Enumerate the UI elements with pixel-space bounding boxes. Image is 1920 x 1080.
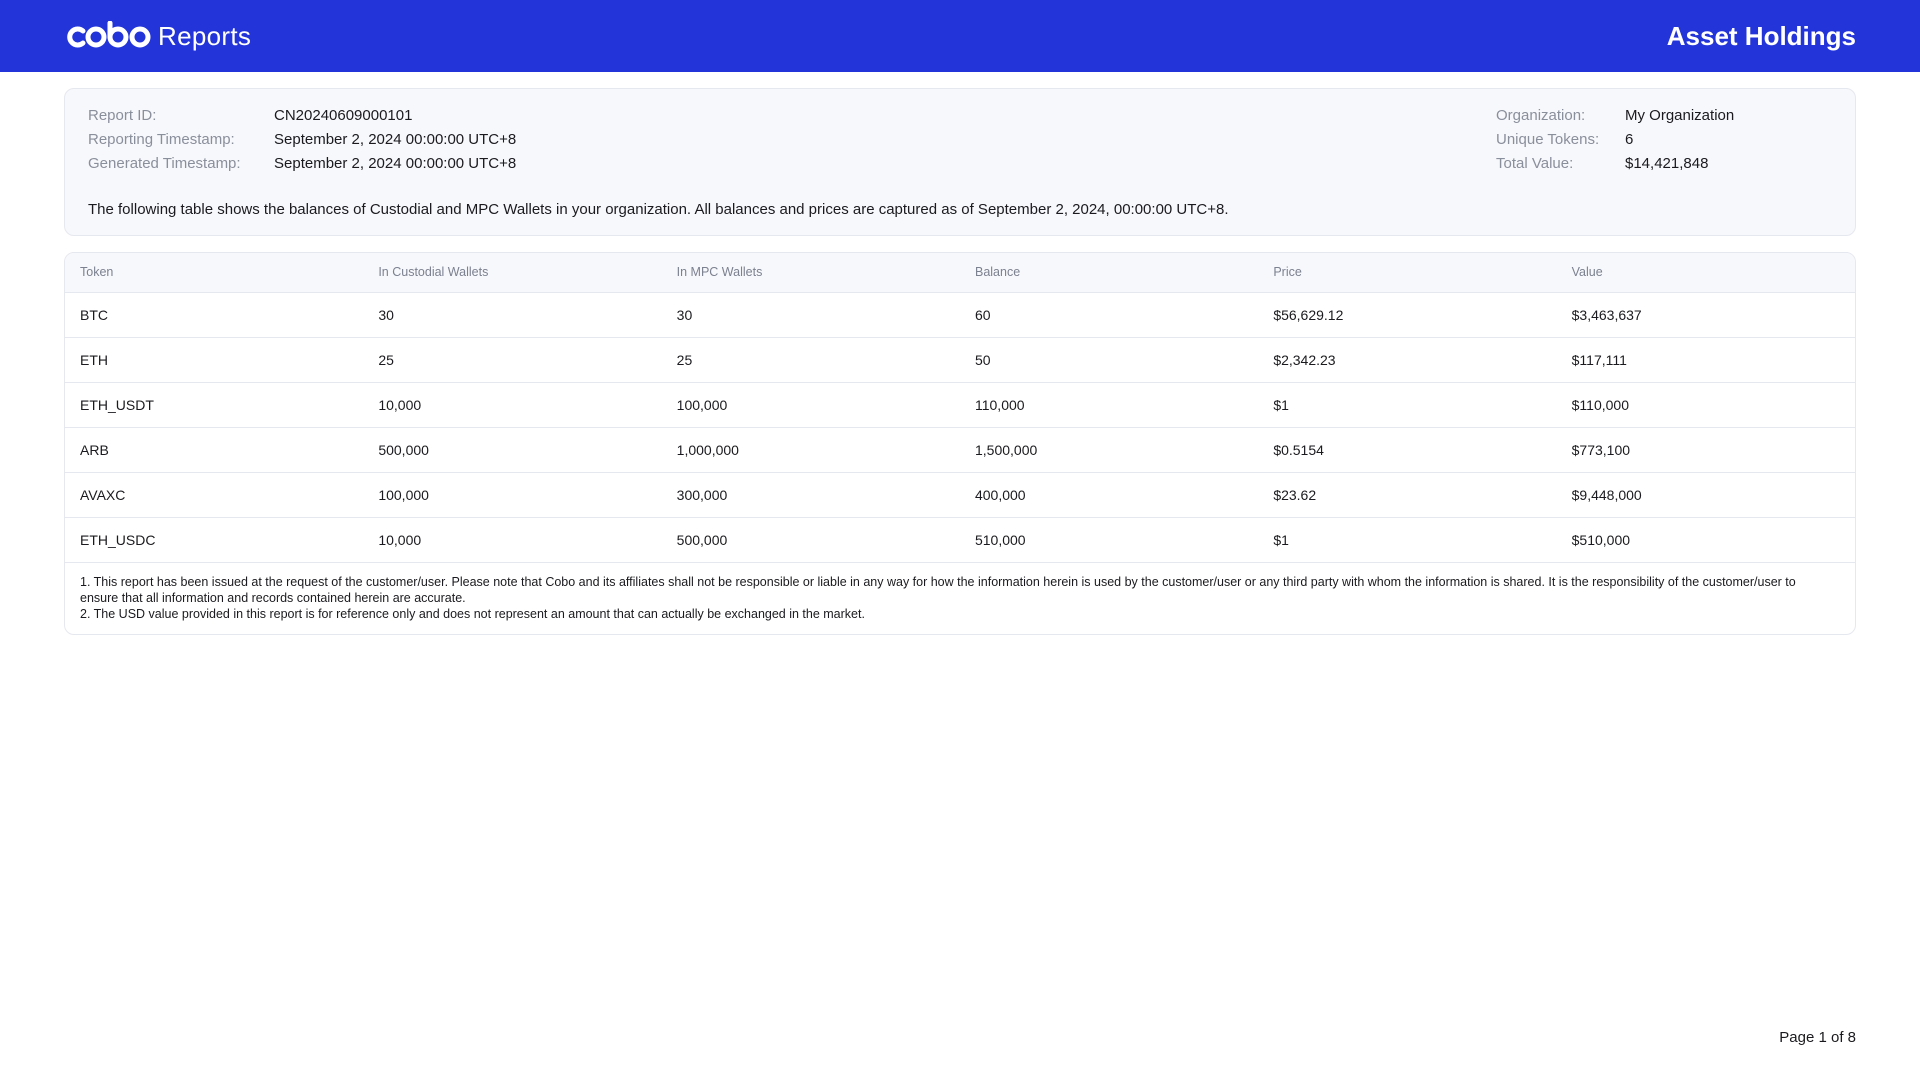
table-row: ARB 500,000 1,000,000 1,500,000 $0.5154 …: [65, 427, 1855, 473]
meta-row-unique-tokens: Unique Tokens: 6: [1496, 127, 1734, 151]
cell-custodial: 500,000: [363, 427, 662, 473]
cell-token: BTC: [65, 292, 364, 338]
meta-value: 6: [1625, 130, 1634, 148]
summary-description: The following table shows the balances o…: [88, 201, 1229, 218]
report-meta-left: Report ID: CN20240609000101 Reporting Ti…: [88, 103, 516, 175]
table-row: ETH_USDC 10,000 500,000 510,000 $1 $510,…: [65, 517, 1855, 563]
table-row: ETH 25 25 50 $2,342.23 $117,111: [65, 337, 1855, 383]
meta-row-reporting-timestamp: Reporting Timestamp: September 2, 2024 0…: [88, 127, 516, 151]
cell-mpc: 25: [661, 337, 960, 383]
meta-label: Generated Timestamp:: [88, 154, 241, 172]
cell-price: $23.62: [1258, 472, 1557, 518]
cell-token: AVAXC: [65, 472, 364, 518]
meta-label: Report ID:: [88, 106, 157, 124]
holdings-table-card: Token In Custodial Wallets In MPC Wallet…: [64, 252, 1856, 635]
meta-label: Unique Tokens:: [1496, 130, 1600, 148]
cell-value: $3,463,637: [1556, 292, 1855, 338]
cell-token: ARB: [65, 427, 364, 473]
table-header-row: Token In Custodial Wallets In MPC Wallet…: [65, 253, 1855, 293]
disclaimer-note-2: 2. The USD value provided in this report…: [80, 606, 865, 621]
page-title: Asset Holdings: [1666, 20, 1856, 51]
cell-value: $773,100: [1556, 427, 1855, 473]
cell-custodial: 10,000: [363, 517, 662, 563]
meta-row-total-value: Total Value: $14,421,848: [1496, 151, 1734, 175]
cell-token: ETH: [65, 337, 364, 383]
cell-price: $0.5154: [1258, 427, 1557, 473]
cell-price: $1: [1258, 382, 1557, 428]
cell-custodial: 30: [363, 292, 662, 338]
table-row: ETH_USDT 10,000 100,000 110,000 $1 $110,…: [65, 382, 1855, 428]
column-header-mpc: In MPC Wallets: [661, 253, 960, 293]
column-header-price: Price: [1258, 253, 1557, 293]
cell-price: $2,342.23: [1258, 337, 1557, 383]
cell-mpc: 1,000,000: [661, 427, 960, 473]
meta-row-generated-timestamp: Generated Timestamp: September 2, 2024 0…: [88, 151, 516, 175]
cell-custodial: 10,000: [363, 382, 662, 428]
meta-row-report-id: Report ID: CN20240609000101: [88, 103, 516, 127]
meta-label: Total Value:: [1496, 154, 1574, 172]
brand: Reports: [64, 21, 251, 52]
report-header: Reports Asset Holdings: [0, 0, 1920, 72]
cell-value: $9,448,000: [1556, 472, 1855, 518]
cell-balance: 510,000: [959, 517, 1259, 563]
cell-mpc: 30: [661, 292, 960, 338]
cell-token: ETH_USDC: [65, 517, 364, 563]
table-row: BTC 30 30 60 $56,629.12 $3,463,637: [65, 292, 1855, 338]
meta-label: Organization:: [1496, 106, 1586, 124]
cell-mpc: 100,000: [661, 382, 960, 428]
meta-value: $14,421,848: [1625, 154, 1709, 172]
column-header-token: Token: [65, 253, 364, 293]
cell-custodial: 25: [363, 337, 662, 383]
page-number: Page 1 of 8: [1779, 1029, 1856, 1046]
table-row: AVAXC 100,000 300,000 400,000 $23.62 $9,…: [65, 472, 1855, 518]
column-header-value: Value: [1556, 253, 1855, 293]
report-meta-right: Organization: My Organization Unique Tok…: [1496, 103, 1734, 175]
cell-token: ETH_USDT: [65, 382, 364, 428]
cell-balance: 50: [959, 337, 1259, 383]
cell-price: $56,629.12: [1258, 292, 1557, 338]
meta-value: September 2, 2024 00:00:00 UTC+8: [274, 154, 517, 172]
cell-balance: 400,000: [959, 472, 1259, 518]
report-summary: Report ID: CN20240609000101 Reporting Ti…: [64, 88, 1856, 236]
disclaimer-note-1: 1. This report has been issued at the re…: [80, 574, 1796, 605]
cell-balance: 60: [959, 292, 1259, 338]
report-disclaimer: 1. This report has been issued at the re…: [65, 563, 1855, 622]
cell-value: $110,000: [1556, 382, 1855, 428]
cell-balance: 110,000: [959, 382, 1259, 428]
column-header-custodial: In Custodial Wallets: [363, 253, 662, 293]
meta-label: Reporting Timestamp:: [88, 130, 235, 148]
cell-custodial: 100,000: [363, 472, 662, 518]
cell-mpc: 500,000: [661, 517, 960, 563]
brand-suffix: Reports: [158, 20, 252, 51]
meta-row-organization: Organization: My Organization: [1496, 103, 1734, 127]
cell-price: $1: [1258, 517, 1557, 563]
cell-value: $510,000: [1556, 517, 1855, 563]
cell-value: $117,111: [1556, 337, 1855, 383]
column-header-balance: Balance: [959, 253, 1259, 293]
meta-value: My Organization: [1625, 106, 1735, 124]
cell-balance: 1,500,000: [959, 427, 1259, 473]
holdings-table: Token In Custodial Wallets In MPC Wallet…: [65, 253, 1855, 563]
meta-value: September 2, 2024 00:00:00 UTC+8: [274, 130, 517, 148]
meta-value: CN20240609000101: [274, 106, 413, 124]
cobo-logo: [67, 21, 151, 48]
cell-mpc: 300,000: [661, 472, 960, 518]
